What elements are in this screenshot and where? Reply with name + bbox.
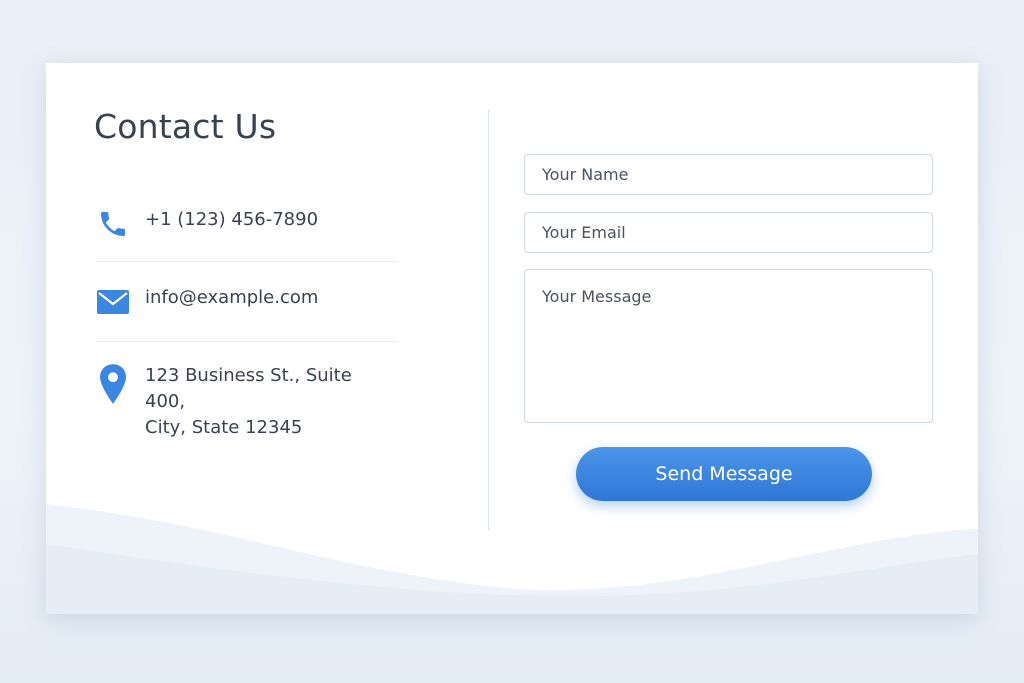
send-message-button[interactable]: Send Message bbox=[576, 447, 872, 501]
contact-card: Contact Us +1 (123) 456-7890 info@exampl… bbox=[46, 63, 978, 614]
address-row: 123 Business St., Suite 400, City, State… bbox=[96, 363, 396, 441]
column-divider bbox=[488, 109, 489, 531]
address-line-1: 123 Business St., Suite 400, bbox=[145, 365, 352, 412]
email-input[interactable] bbox=[524, 212, 933, 253]
phone-number[interactable]: +1 (123) 456-7890 bbox=[145, 207, 318, 233]
page-title: Contact Us bbox=[94, 107, 277, 146]
address-line-2: City, State 12345 bbox=[145, 417, 303, 438]
email-address[interactable]: info@example.com bbox=[145, 285, 318, 311]
address: 123 Business St., Suite 400, City, State… bbox=[145, 363, 396, 441]
location-pin-icon bbox=[96, 363, 130, 405]
name-input[interactable] bbox=[524, 154, 933, 195]
email-row: info@example.com bbox=[96, 285, 396, 319]
background-wave bbox=[46, 504, 978, 614]
divider bbox=[96, 261, 398, 262]
divider bbox=[96, 341, 398, 342]
phone-row: +1 (123) 456-7890 bbox=[96, 207, 396, 241]
phone-icon bbox=[96, 207, 130, 241]
message-textarea[interactable] bbox=[524, 269, 933, 423]
envelope-icon bbox=[96, 285, 130, 319]
